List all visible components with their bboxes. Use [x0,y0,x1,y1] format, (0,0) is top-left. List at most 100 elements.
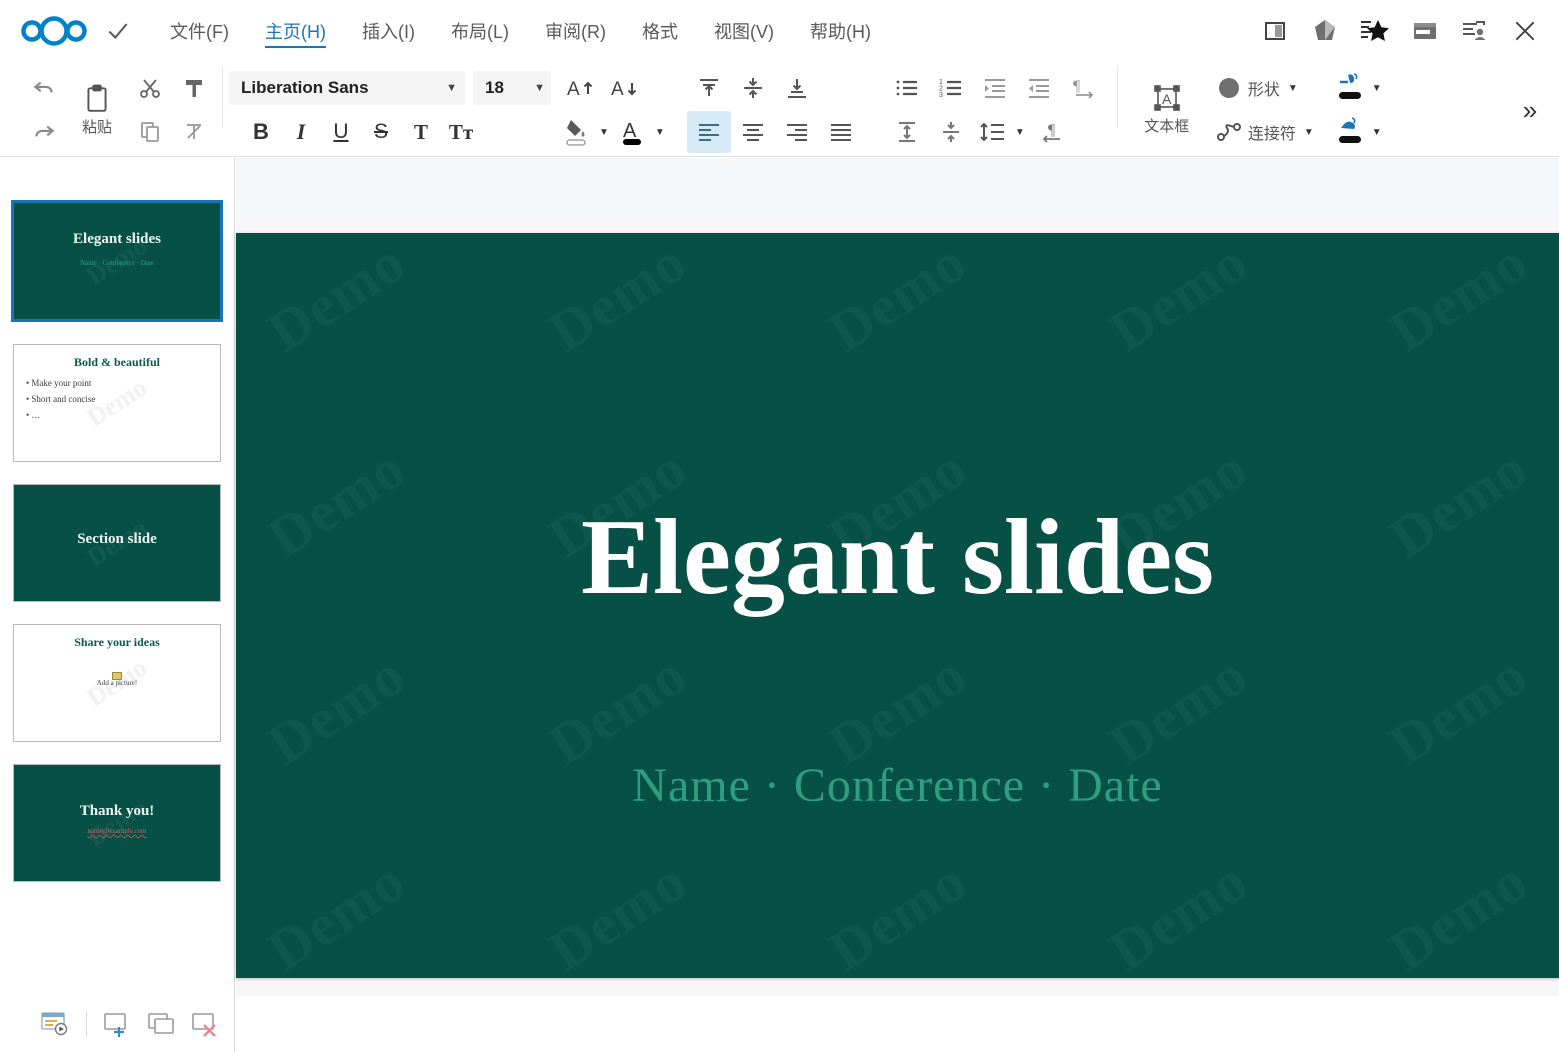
watermark-text: Demo [1004,233,1352,459]
textbox-label: 文本框 [1144,118,1190,135]
align-right-button[interactable] [775,111,819,153]
menu-view-label: 视图(V) [713,22,774,42]
slide-title-textbox[interactable]: Elegant slides [236,501,1559,615]
cut-button[interactable] [128,67,172,109]
connector-label: 连接符 [1247,126,1296,143]
save-status-checkmark-icon[interactable] [96,11,140,51]
redo-button[interactable] [22,111,66,153]
vertical-spacing-button[interactable] [885,111,929,153]
font-name-value: Liberation Sans [241,78,369,97]
menu-format[interactable]: 格式 [624,0,696,62]
italic-button[interactable]: I [281,111,321,153]
menu-layout-label: 布局(L) [450,22,509,42]
menu-file[interactable]: 文件(F) [152,0,247,62]
align-center-button[interactable] [731,111,775,153]
slide-thumb-2[interactable]: Demo Bold & beautiful • Make your point … [13,344,221,462]
shape-outline-button[interactable]: ▼ [1330,67,1388,109]
toolbar-overflow-button[interactable]: » [1507,66,1553,154]
ltr-direction-button[interactable]: ¶ [1061,67,1105,109]
textbox-button[interactable]: A 文本框 [1124,66,1210,154]
list-item: • Short and concise [26,394,96,404]
menu-insert-label: 插入(I) [361,22,415,42]
menu-view[interactable]: 视图(V) [696,0,792,62]
watermark-text: Demo [1285,233,1559,459]
menu-home[interactable]: 主页(H) [247,0,344,62]
align-top-button[interactable] [687,67,731,109]
paste-button[interactable]: 粘贴 [66,66,128,154]
italic-label: I [296,119,306,144]
bullet-list-button[interactable] [885,67,929,109]
vertical-center-spacing-button[interactable] [929,111,973,153]
menu-review[interactable]: 审阅(R) [527,0,624,62]
undo-button[interactable] [22,67,66,109]
numbered-list-button[interactable]: 123 [929,67,973,109]
shape-gallery-icon[interactable] [1307,13,1343,49]
font-color-button[interactable]: A ▼ [615,111,671,153]
slide-thumbnail-panel[interactable]: Demo Elegant slides Name · Conference · … [0,158,235,996]
toolbar-overflow-label: » [1522,94,1538,125]
chevron-down-icon: ▼ [534,82,545,94]
menu-help-label: 帮助(H) [809,22,871,42]
svg-text:3: 3 [939,92,943,99]
menubar-right-icons [1257,13,1559,49]
format-painter-button[interactable] [172,67,216,109]
nextcloud-logo[interactable] [18,11,90,51]
font-size-select[interactable]: 18 ▼ [473,71,551,105]
increase-font-size-button[interactable]: A [559,67,603,109]
alignment-group [671,66,863,154]
decrease-font-size-button[interactable]: A [603,67,647,109]
superscript-button[interactable]: T [401,111,441,153]
new-slide-button[interactable] [99,1006,137,1042]
copy-button[interactable] [128,111,172,153]
clipboard-tools-group [128,66,216,154]
presentation-editor-window: 文件(F) 主页(H) 插入(I) 布局(L) 审阅(R) 格式 视图(V) 帮… [0,0,1559,1052]
slide-thumb-3[interactable]: Demo Section slide [13,484,221,602]
rtl-direction-button[interactable]: ¶ [1031,111,1075,153]
clear-formatting-button[interactable] [172,111,216,153]
font-name-select[interactable]: Liberation Sans ▼ [229,71,465,105]
slide-thumb-5-title: Thank you! [79,803,155,819]
decrease-indent-button[interactable] [1017,67,1061,109]
undo-redo-group [22,66,66,154]
start-presentation-button[interactable] [36,1006,74,1042]
subscript-button[interactable]: Tт [441,111,481,153]
menu-bar: 文件(F) 主页(H) 插入(I) 布局(L) 审阅(R) 格式 视图(V) 帮… [0,0,1559,62]
favorite-star-icon[interactable] [1357,13,1393,49]
underline-button[interactable]: U [321,111,361,153]
svg-text:A: A [1162,91,1172,107]
shape-label: 形状 [1247,82,1280,99]
close-icon[interactable] [1507,13,1543,49]
slide-subtitle-textbox[interactable]: Name · Conference · Date [236,758,1559,813]
align-bottom-button[interactable] [775,67,819,109]
increase-indent-button[interactable] [973,67,1017,109]
duplicate-slide-button[interactable] [143,1006,181,1042]
slide-thumb-4[interactable]: Demo Share your ideas Add a picture! [13,624,221,742]
line-spacing-button[interactable]: ▼ [973,111,1031,153]
strikethrough-button[interactable]: S [361,111,401,153]
menu-layout[interactable]: 布局(L) [433,0,527,62]
shape-button[interactable]: 形状 ▼ [1210,67,1304,109]
connector-button[interactable]: 连接符 ▼ [1210,111,1320,153]
slide-thumb-2-bullets: • Make your point • Short and concise • … [26,375,95,423]
svg-text:A: A [567,79,580,100]
share-user-icon[interactable] [1457,13,1493,49]
shape-fill-button[interactable]: ▼ [1330,111,1388,153]
chevron-down-icon: ▼ [1303,126,1314,138]
bold-button[interactable]: B [241,111,281,153]
underline-label: U [333,120,349,143]
menu-insert[interactable]: 插入(I) [344,0,433,62]
slide-edit-area[interactable]: Demo Demo Demo Demo Demo Demo Demo Demo … [236,158,1559,996]
align-left-button[interactable] [686,111,731,153]
current-slide-canvas[interactable]: Demo Demo Demo Demo Demo Demo Demo Demo … [236,233,1559,978]
align-middle-vertical-button[interactable] [731,67,775,109]
delete-slide-button[interactable] [187,1006,225,1042]
menu-help[interactable]: 帮助(H) [792,0,889,62]
presentation-view-icon[interactable] [1407,13,1443,49]
sidebar-toggle-icon[interactable] [1257,13,1293,49]
highlight-color-button[interactable]: ▼ [559,111,615,153]
slide-actions-group [0,996,235,1052]
align-justify-button[interactable] [819,111,863,153]
list-item: • … [26,410,41,420]
slide-thumb-5[interactable]: Demo Thank you! name@example.com [13,764,221,882]
slide-thumb-1[interactable]: Demo Elegant slides Name · Conference · … [11,200,223,322]
